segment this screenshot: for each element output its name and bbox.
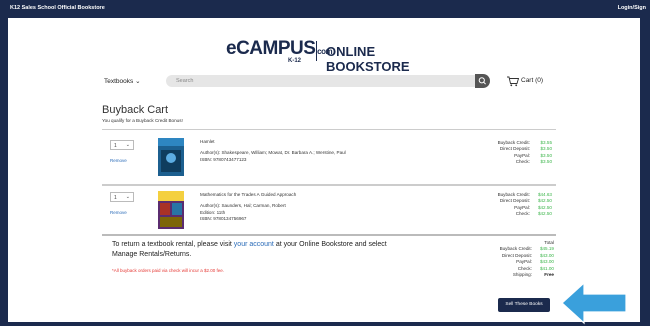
textbooks-dropdown[interactable]: Textbooks ⌄ (104, 77, 141, 85)
item-details: Hamlet Author(s): Shakespeare, William; … (200, 139, 346, 163)
nav-bar: Textbooks ⌄ Search Cart (0) (102, 74, 554, 88)
chevron-down-icon: ⌄ (125, 142, 130, 148)
book-authors: Author(s): Shakespeare, William; Mowat, … (200, 150, 346, 156)
left-arrow-icon (561, 281, 627, 325)
totals-list: Total Buyback Credit: $45.19 Direct Depos… (499, 240, 554, 277)
book-isbn: ISBN: 9780743477123 (200, 156, 247, 162)
check-fee-note: *All buyback orders paid via check will … (112, 268, 225, 273)
your-account-link[interactable]: your account (234, 241, 274, 248)
cart-item: 1 ⌄ Remove Mathematics for the Trades A G… (102, 184, 556, 236)
search-placeholder: Search (176, 77, 194, 84)
chevron-down-icon: ⌄ (125, 194, 130, 200)
search-button[interactable] (475, 74, 490, 88)
book-title: Mathematics for the Trades A Guided Appr… (200, 192, 297, 197)
sell-these-books-button[interactable]: Sell These Books (498, 298, 550, 312)
book-authors: Author(s): Saunders, Hal; Carman, Robert (200, 203, 286, 209)
top-bar: K12 Sales School Official Bookstore Logi… (0, 0, 650, 16)
store-name: K12 Sales School Official Bookstore (10, 5, 105, 11)
bonus-message: You qualify for a Buyback Credit Bonus! (102, 118, 183, 123)
search-input[interactable]: Search (166, 75, 488, 87)
cart-link[interactable]: Cart (0) (506, 74, 556, 88)
cart-icon (507, 76, 520, 87)
logo-divider (316, 41, 317, 61)
ecampus-logo[interactable]: eCAMPUS.com K-12 ONLINE BOOKSTORE (218, 38, 458, 74)
cart-label: Cart (0) (521, 77, 544, 84)
item-details: Mathematics for the Trades A Guided Appr… (200, 192, 296, 223)
page-title: Buyback Cart (102, 104, 169, 116)
book-isbn: ISBN: 9780134756967 (200, 216, 247, 222)
remove-link[interactable]: Remove (110, 210, 127, 215)
logo-online-bookstore: ONLINE BOOKSTORE (326, 44, 410, 74)
quantity-select[interactable]: 1 ⌄ (110, 192, 134, 202)
rental-return-message: To return a textbook rental, please visi… (112, 241, 387, 258)
remove-link[interactable]: Remove (110, 158, 127, 163)
book-cover-hamlet (158, 138, 184, 176)
page-content: eCAMPUS.com K-12 ONLINE BOOKSTORE Textbo… (8, 16, 640, 325)
login-link[interactable]: Login/Sign (618, 5, 646, 11)
cart-item: 1 ⌄ Remove Hamlet Author(s): Shakespeare,… (102, 129, 556, 184)
book-cover-mathematics (158, 191, 184, 229)
logo-k12: K-12 (288, 58, 302, 64)
search-icon (478, 77, 486, 85)
quantity-select[interactable]: 1 ⌄ (110, 140, 134, 150)
